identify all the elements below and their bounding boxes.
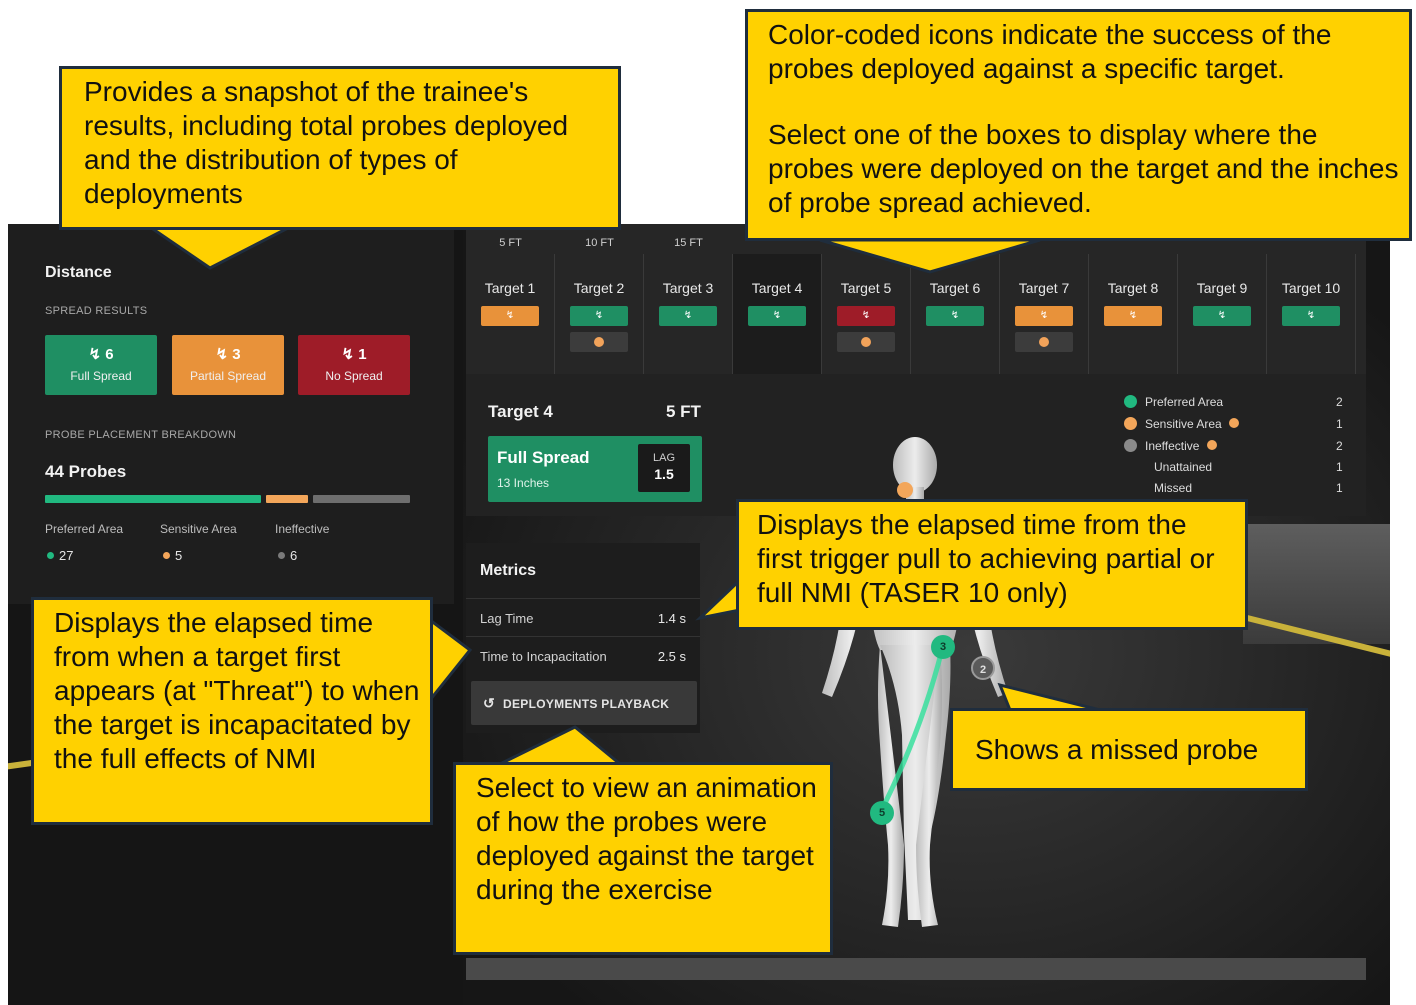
- callout-time-to-incapacitation: Displays the elapsed time from when a ta…: [31, 597, 433, 825]
- callout-color-coded: Color-coded icons indicate the success o…: [745, 9, 1412, 241]
- callout-playback: Select to view an animation of how the p…: [453, 762, 833, 955]
- callout-color-coded-text-1: Color-coded icons indicate the success o…: [768, 19, 1332, 84]
- callout-color-coded-text-2: Select one of the boxes to display where…: [768, 119, 1399, 218]
- callout-lag-time: Displays the elapsed time from the first…: [736, 499, 1248, 630]
- callout-snapshot: Provides a snapshot of the trainee's res…: [59, 66, 621, 230]
- callout-missed-probe: Shows a missed probe: [950, 708, 1308, 791]
